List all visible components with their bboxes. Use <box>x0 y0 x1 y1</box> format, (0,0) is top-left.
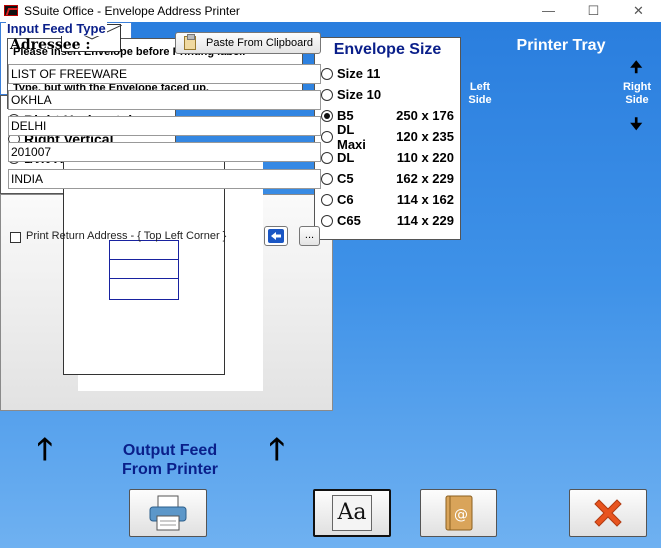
envelope-size-label: Size 11 <box>337 66 381 81</box>
output-feed-label: Output Feed From Printer <box>121 442 218 478</box>
radio-button[interactable] <box>321 193 333 206</box>
svg-text:@: @ <box>454 507 468 523</box>
envelope-size-label: DL <box>337 150 355 165</box>
main-area: Please insert Envelope before Printing l… <box>0 21 661 548</box>
return-address-more-button[interactable]: ... <box>299 226 320 246</box>
address-line-1-field[interactable] <box>8 64 321 84</box>
exit-button[interactable] <box>569 489 647 537</box>
envelope-size-label: DL Maxi <box>337 121 366 152</box>
radio-button[interactable] <box>321 88 333 101</box>
app-logo-icon <box>4 5 18 16</box>
envelope-size-option[interactable]: C6 114 x 162 <box>321 189 454 210</box>
input-feed-title: Input Feed Type <box>6 21 107 36</box>
tray-down-arrow-icon: 🠋 <box>630 116 643 133</box>
envelope-size-label: C6 <box>337 192 354 207</box>
radio-button[interactable] <box>321 172 333 185</box>
envelope-size-dims: 114 x 229 <box>396 213 454 228</box>
title-bar: SSuite Office - Envelope Address Printer… <box>0 0 661 22</box>
envelope-size-dims: 114 x 162 <box>396 192 454 207</box>
envelope-size-label: C65 <box>337 213 361 228</box>
font-button[interactable]: Aa <box>313 489 391 537</box>
envelope-size-title: Envelope Size <box>333 41 442 58</box>
window-title: SSuite Office - Envelope Address Printer <box>24 4 240 18</box>
minimize-button[interactable]: — <box>526 0 571 22</box>
addressee-title: Adressee : <box>10 37 91 53</box>
envelope-size-option[interactable]: DL Maxi 120 x 235 <box>321 122 454 152</box>
envelope-size-label: Size 10 <box>337 87 382 102</box>
printer-icon <box>149 495 187 531</box>
font-icon: Aa <box>332 495 372 531</box>
address-line-4-field[interactable] <box>8 142 321 162</box>
close-window-button[interactable]: ✕ <box>616 0 661 22</box>
paste-from-clipboard-button[interactable]: Paste From Clipboard <box>175 32 321 54</box>
return-address-go-button[interactable] <box>264 226 288 246</box>
print-return-address-checkbox[interactable] <box>10 232 21 243</box>
arrow-left-icon <box>268 229 284 243</box>
envelope-size-dims: 110 x 220 <box>396 150 454 165</box>
radio-button[interactable] <box>321 109 333 122</box>
close-red-x-icon <box>594 499 622 527</box>
envelope-size-panel: Envelope Size Size 11 Size 10 B5 250 x 176 D… <box>314 37 461 240</box>
envelope-size-dims: 120 x 235 <box>396 129 454 144</box>
tray-left-side-label: Left Side <box>468 81 492 106</box>
output-right-arrow-icon: 🡑 <box>269 433 285 466</box>
address-label-preview <box>109 240 179 300</box>
envelope-size-dims: 162 x 229 <box>396 171 454 186</box>
envelope-size-label: C5 <box>337 171 354 186</box>
address-book-button[interactable]: @ <box>420 489 497 537</box>
envelope-size-option[interactable]: Size 11 <box>321 63 454 84</box>
clipboard-icon <box>184 34 196 50</box>
print-button[interactable] <box>129 489 207 537</box>
address-line-2-field[interactable] <box>8 90 321 110</box>
radio-button[interactable] <box>321 67 333 80</box>
tray-right-side-label: Right Side <box>622 81 652 106</box>
tray-up-arrow-icon: 🠉 <box>630 59 643 76</box>
printer-tray-title: Printer Tray <box>516 37 606 54</box>
address-line-3-field[interactable] <box>8 116 321 136</box>
envelope-size-option[interactable]: C5 162 x 229 <box>321 168 454 189</box>
paste-button-label: Paste From Clipboard <box>206 37 313 49</box>
envelope-size-option[interactable]: Size 10 <box>321 84 454 105</box>
envelope-size-option[interactable]: C65 114 x 229 <box>321 210 454 231</box>
output-left-arrow-icon: 🡑 <box>37 433 53 466</box>
envelope-size-dims: 250 x 176 <box>396 108 454 123</box>
address-book-icon: @ <box>445 495 472 531</box>
radio-button[interactable] <box>321 151 333 164</box>
print-return-address-label: Print Return Address - { Top Left Corner… <box>26 230 227 242</box>
address-line-5-field[interactable] <box>8 169 321 189</box>
radio-button[interactable] <box>321 214 333 227</box>
envelope-size-option[interactable]: DL 110 x 220 <box>321 147 454 168</box>
maximize-button[interactable]: ☐ <box>571 0 616 22</box>
radio-button[interactable] <box>321 130 333 143</box>
